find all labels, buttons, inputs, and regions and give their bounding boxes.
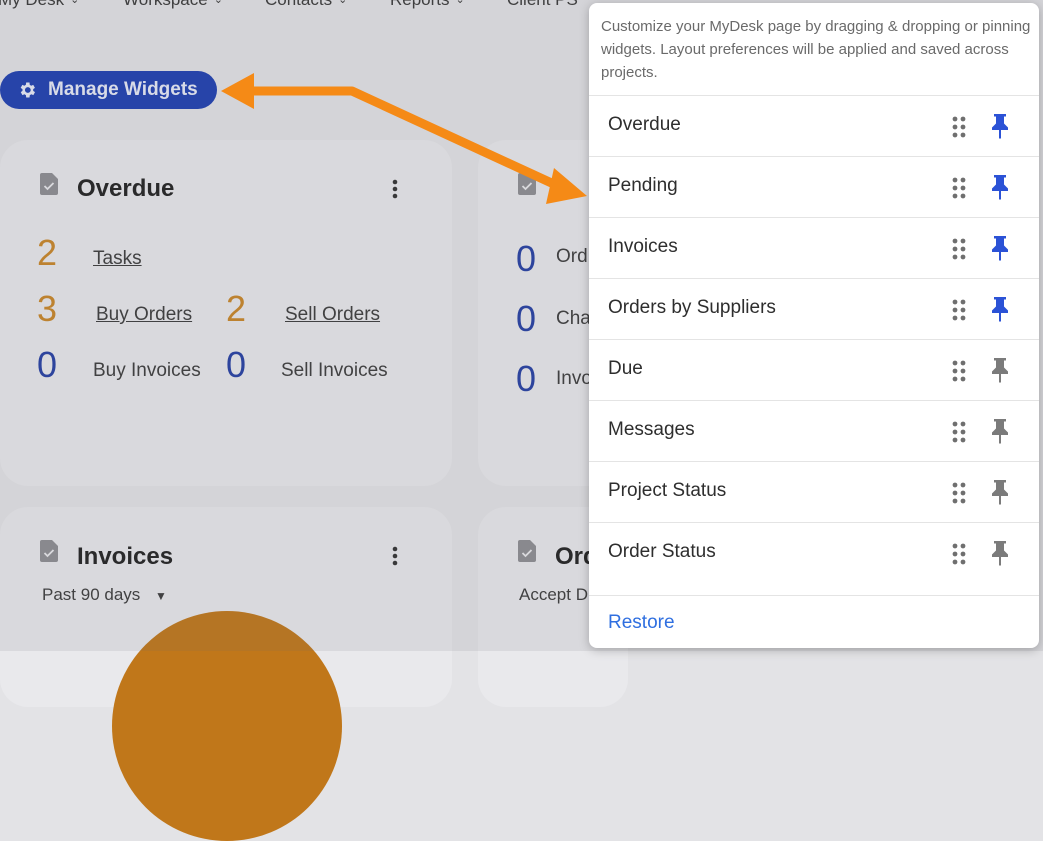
annotation-arrow-icon xyxy=(221,73,587,204)
annotation-arrows xyxy=(221,73,587,204)
